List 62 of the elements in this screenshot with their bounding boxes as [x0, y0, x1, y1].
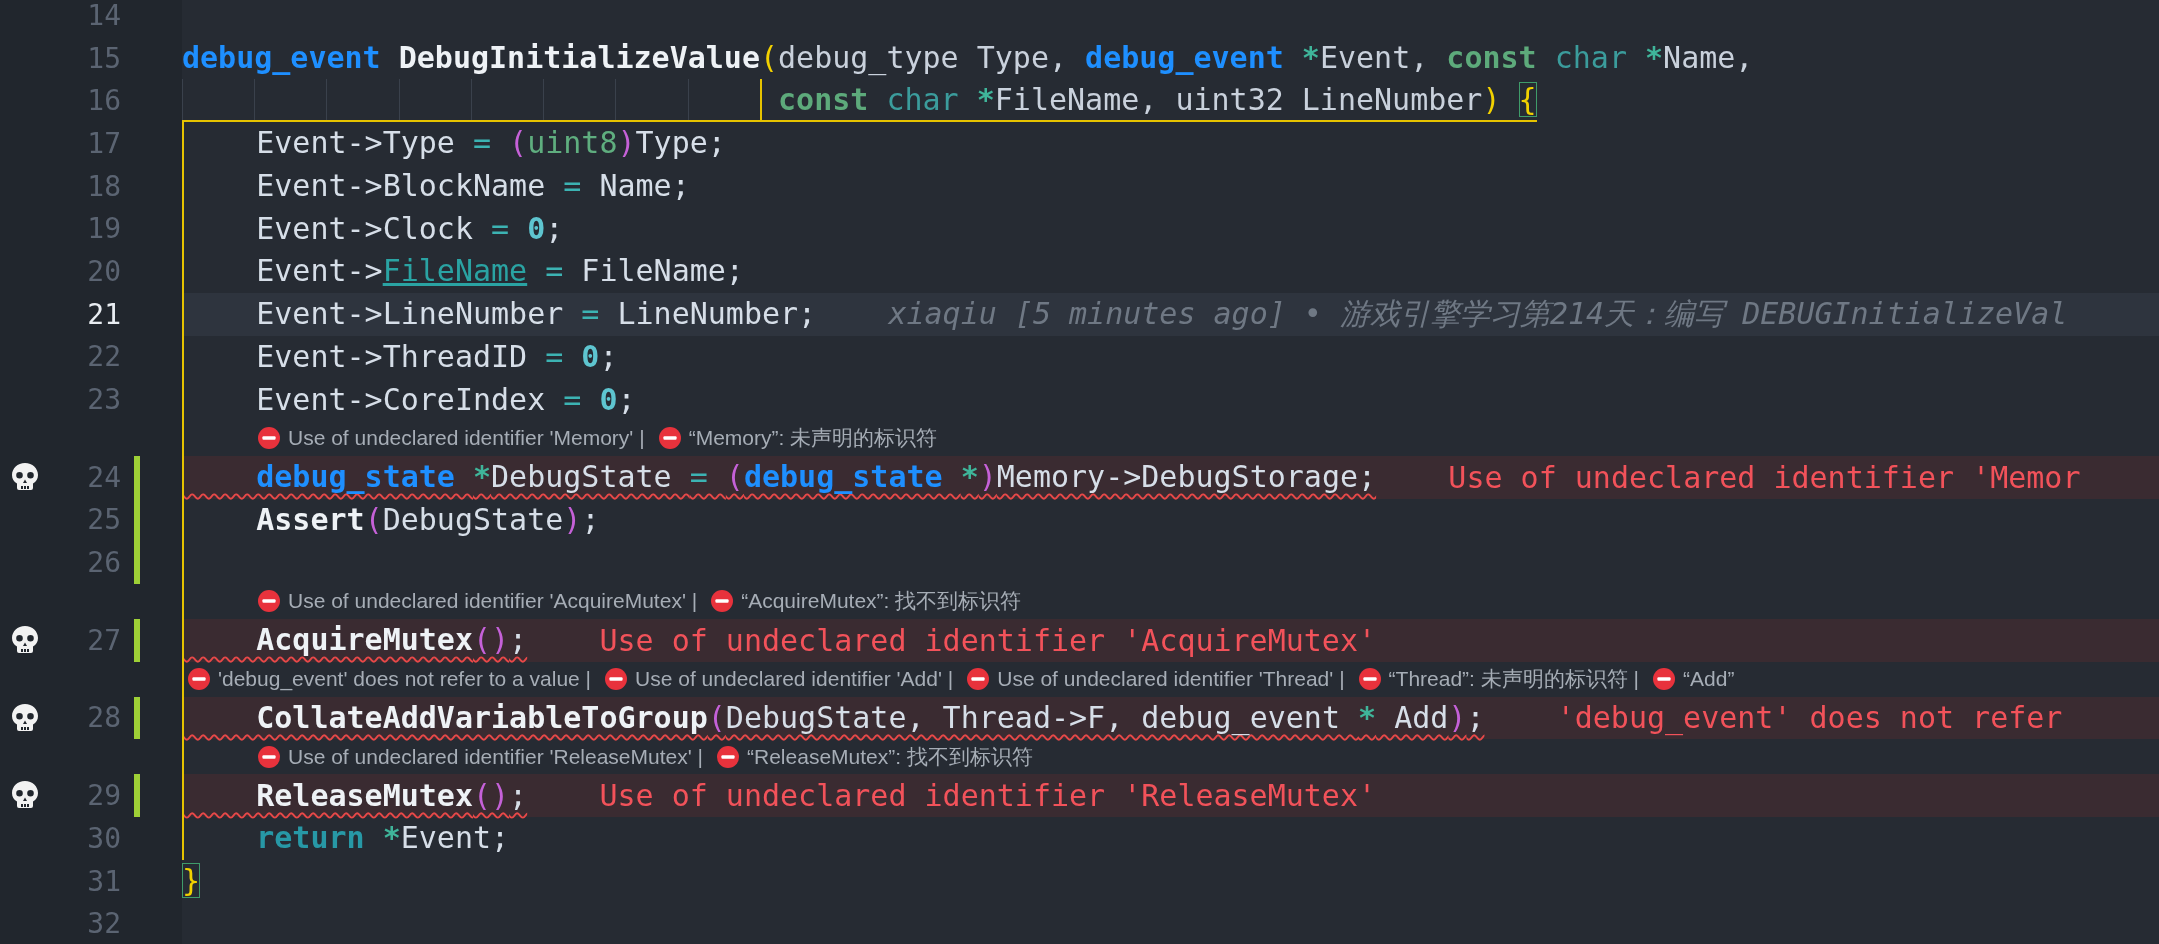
code-line: AcquireMutex(); — [255, 621, 528, 660]
diagnostic-message: Use of undeclared identifier 'ReleaseMutex' | — [288, 744, 704, 769]
line-number: 15 — [86, 41, 121, 75]
code-line: Event->LineNumber = LineNumber; — [255, 295, 817, 334]
line-number: 25 — [86, 503, 121, 537]
code-line: Event->FileName = FileName; — [255, 252, 744, 291]
inline-error-message: 'debug_event' does not refer — [1556, 700, 2063, 736]
error-icon — [188, 668, 210, 691]
line-number: 20 — [86, 254, 121, 288]
diagnostic-message: Use of undeclared identifier 'Memory' | — [288, 426, 645, 451]
inline-error-message: Use of undeclared identifier 'AcquireMutex' — [599, 622, 1377, 658]
diagnostic-message: “AcquireMutex”: 找不到标识符 — [741, 588, 1022, 615]
line-number: 32 — [86, 907, 121, 941]
line-number: 19 — [86, 212, 121, 246]
line-number: 28 — [86, 701, 121, 735]
error-icon — [258, 745, 280, 768]
error-icon — [1358, 668, 1381, 691]
inline-error-message: Use of undeclared identifier 'ReleaseMutex' — [599, 778, 1377, 814]
code-line: Event->Type = (uint8)Type; — [255, 124, 726, 163]
diagnostic-message: “Add” — [1683, 667, 1735, 692]
diagnostic-message: Use of undeclared identifier 'Thread' | — [997, 667, 1345, 692]
diagnostic-message: 'debug_event' does not refer to a value | — [218, 667, 592, 692]
error-icon — [711, 590, 734, 613]
diagnostic-message: Use of undeclared identifier 'AcquireMutex' | — [288, 589, 698, 614]
line-number: 22 — [86, 340, 121, 374]
diagnostic-message: “Thread”: 未声明的标识符 | — [1388, 666, 1640, 693]
diagnostic-message: “ReleaseMutex”: 找不到标识符 — [747, 743, 1033, 770]
line-number: 26 — [86, 546, 121, 580]
code-line: Event->Clock = 0; — [255, 209, 564, 248]
line-number: 24 — [86, 460, 121, 494]
line-number: 30 — [86, 821, 121, 855]
code-line: Event->ThreadID = 0; — [255, 337, 618, 376]
diagnostic-message: Use of undeclared identifier 'Add' | — [635, 667, 954, 692]
code-line: const char *FileName, uint32 LineNumber) { — [778, 79, 1537, 123]
code-line: Assert(DebugState); — [255, 500, 600, 539]
error-icon — [258, 427, 280, 450]
error-icon — [258, 590, 280, 613]
error-icon — [605, 668, 628, 691]
line-number: 17 — [86, 126, 121, 160]
error-icon — [1653, 668, 1676, 691]
code-line: debug_event DebugInitializeValue(debug_type Type, debug_event *Event, const char *Name, — [182, 39, 1754, 78]
diagnostic-message: “Memory”: 未声明的标识符 — [688, 425, 938, 452]
error-icon — [717, 745, 740, 768]
code-line: debug_state *DebugState = (debug_state *)Memory->DebugStorage; — [255, 458, 1377, 497]
error-icon — [658, 427, 681, 450]
line-number: 23 — [86, 383, 121, 417]
line-number: 21 — [86, 297, 121, 331]
line-number: 29 — [86, 779, 121, 813]
inline-error-message: Use of undeclared identifier 'Memor — [1448, 459, 2081, 495]
line-number: 14 — [86, 0, 121, 32]
code-line: } — [182, 862, 201, 901]
line-number: 18 — [86, 169, 121, 203]
error-icon — [967, 668, 990, 691]
line-number: 16 — [86, 84, 121, 118]
line-number: 31 — [86, 864, 121, 898]
line-number: 27 — [86, 623, 121, 657]
code-line: Event->CoreIndex = 0; — [255, 380, 636, 419]
code-line: ReleaseMutex(); — [255, 776, 528, 815]
blame-annotation: xiaqiu [5 minutes ago] • 游戏引擎学习第214天：编写 DEBUGInitializeVal — [888, 294, 2068, 333]
code-line: Event->BlockName = Name; — [255, 167, 690, 206]
code-line: return *Event; — [255, 819, 510, 858]
code-line: CollateAddVariableToGroup(DebugState, Thread->F, debug_event * Add); — [255, 698, 1485, 738]
